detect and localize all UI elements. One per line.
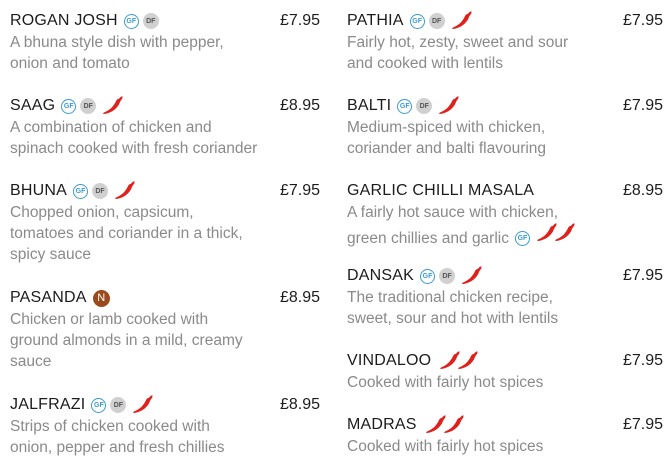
dish-description: Chopped onion, capsicum, tomatoes and cor… [10,204,243,263]
menu-item-garlic-chilli-masala: GARLIC CHILLI MASALA £8.95 A fairly hot … [347,180,663,249]
gluten-free-icon: GF [123,13,139,29]
dish-name: GARLIC CHILLI MASALA [347,182,535,199]
dish-name: BHUNA [10,182,68,199]
dairy-free-icon: DF [416,98,433,114]
dairy-free-icon: DF [428,13,445,29]
dish-price: £7.95 [279,12,320,29]
dairy-free-icon: DF [92,183,109,199]
menu-item-saag: SAAG GF DF £8.95 A combination of chicke… [10,95,320,159]
dairy-free-icon: DF [110,397,127,413]
dish-price: £7.95 [622,267,663,284]
dish-name: JALFRAZI [10,396,86,413]
dish-price: £7.95 [622,97,663,114]
dairy-free-icon: DF [80,98,97,114]
menu-item-pasanda: PASANDA N £8.95 Chicken or lamb cooked w… [10,287,320,372]
gluten-free-icon: GF [514,231,530,247]
gluten-free-icon: GF [409,13,425,29]
dish-description: Cooked with fairly hot spices [347,438,544,455]
chilli-icon [114,181,136,201]
dish-price: £7.95 [622,12,663,29]
menu-item-rogan-josh: ROGAN JOSH GF DF £7.95 A bhuna style dis… [10,10,320,74]
chilli-icon [132,395,154,415]
dish-description: Medium-spiced with chicken, coriander and… [347,119,547,157]
dish-description: A bhuna style dish with pepper, onion and… [10,34,224,72]
chilli-icon [554,223,576,243]
menu-item-bhuna: BHUNA GF DF £7.95 Chopped onion, capsicu… [10,180,320,265]
dish-description: Strips of chicken cooked with onion, pepp… [10,418,225,456]
dish-name: BALTI [347,97,392,114]
dish-price: £8.95 [279,289,320,306]
dish-description: The traditional chicken recipe, sweet, so… [347,289,559,327]
menu-item-madras: MADRAS £7.95 Cooked with fairly hot spic… [347,414,663,457]
dish-name: PATHIA [347,12,404,29]
gluten-free-icon: GF [91,397,107,413]
dish-name: ROGAN JOSH [10,12,118,29]
menu-item-pathia: PATHIA GF DF £7.95 Fairly hot, zesty, sw… [347,10,663,74]
dish-name: DANSAK [347,267,414,284]
gluten-free-icon: GF [61,98,77,114]
chilli-icon [451,11,473,31]
dairy-free-icon: DF [142,13,159,29]
dish-description: Cooked with fairly hot spices [347,374,544,391]
dish-price: £7.95 [622,416,663,433]
chilli-icon [461,266,483,286]
dish-name: VINDALOO [347,352,432,369]
dish-description: Chicken or lamb cooked with ground almond… [10,311,243,370]
dish-name: SAAG [10,97,56,114]
dish-description: Fairly hot, zesty, sweet and sour and coo… [347,34,569,72]
chilli-icon [443,415,465,435]
gluten-free-icon: GF [420,268,435,284]
chilli-icon [102,96,124,116]
dish-description: A fairly hot sauce with chicken, green c… [347,202,663,249]
dish-price: £8.95 [622,182,663,199]
chilli-icon [457,351,479,371]
dish-name: PASANDA [10,289,87,306]
gluten-free-icon: GF [73,183,89,199]
gluten-free-icon: GF [397,98,413,114]
menu-item-jalfrazi: JALFRAZI GF DF £8.95 Strips of chicken c… [10,394,320,458]
nut-icon: N [92,289,110,307]
dish-description: A combination of chicken and spinach cook… [10,119,258,157]
dish-price: £8.95 [279,396,320,413]
menu-item-dansak: DANSAK GF DF £7.95 The traditional chick… [347,265,663,329]
chilli-icon [438,96,460,116]
menu-item-balti: BALTI GF DF £7.95 Medium-spiced with chi… [347,95,663,159]
menu-item-vindaloo: VINDALOO £7.95 Cooked with fairly hot sp… [347,350,663,393]
dairy-free-icon: DF [439,268,455,284]
dish-price: £8.95 [279,97,320,114]
dish-name: MADRAS [347,416,417,433]
dish-price: £7.95 [622,352,663,369]
dish-price: £7.95 [279,182,320,199]
